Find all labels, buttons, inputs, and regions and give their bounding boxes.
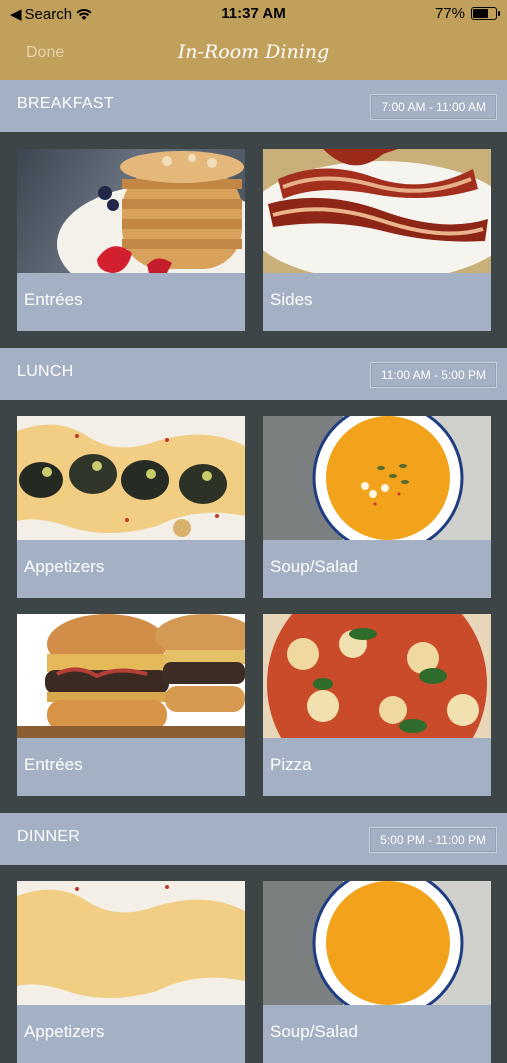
category-tile-breakfast-sides[interactable]: Sides	[263, 149, 491, 331]
tile-label: Appetizers	[24, 1022, 105, 1041]
category-tile-lunch-entrees[interactable]: Entrées	[17, 614, 245, 796]
pizza-photo	[263, 614, 491, 738]
battery-icon	[471, 7, 500, 20]
tile-label: Entrées	[24, 755, 83, 774]
section-hours-badge: 11:00 AM - 5:00 PM	[369, 362, 497, 388]
soup-photo	[263, 416, 491, 540]
battery-percent: 77%	[434, 5, 465, 22]
page-title: In-Room Dining	[177, 41, 330, 63]
section-title: LUNCH	[17, 363, 74, 380]
section-hours-badge: 7:00 AM - 11:00 AM	[370, 94, 497, 120]
tile-label: Pizza	[270, 755, 312, 774]
section-header-breakfast: BREAKFAST 7:00 AM - 11:00 AM	[0, 80, 507, 132]
category-tile-dinner-appetizers[interactable]: Appetizers	[17, 881, 245, 1063]
section-header-dinner: DINNER 5:00 PM - 11:00 PM	[0, 813, 507, 865]
battery-status: 77%	[434, 5, 500, 22]
category-tile-lunch-appetizers[interactable]: Appetizers	[17, 416, 245, 598]
tile-label: Sides	[270, 290, 313, 309]
section-title: DINNER	[17, 828, 81, 845]
tile-label: Entrées	[24, 290, 83, 309]
dumplings-photo	[17, 416, 245, 540]
category-tile-dinner-soup-salad[interactable]: Soup/Salad	[263, 881, 491, 1063]
pancakes-photo	[17, 149, 245, 273]
category-tile-breakfast-entrees[interactable]: Entrées	[17, 149, 245, 331]
section-hours-badge: 5:00 PM - 11:00 PM	[369, 827, 497, 853]
nav-bar: Done In-Room Dining	[0, 28, 507, 81]
tile-label: Soup/Salad	[270, 557, 358, 576]
category-tile-lunch-pizza[interactable]: Pizza	[263, 614, 491, 796]
section-title: BREAKFAST	[17, 95, 114, 112]
clock: 11:37 AM	[221, 5, 286, 22]
tile-label: Appetizers	[24, 557, 105, 576]
section-header-lunch: LUNCH 11:00 AM - 5:00 PM	[0, 348, 507, 400]
tile-label: Soup/Salad	[270, 1022, 358, 1041]
bacon-photo	[263, 149, 491, 273]
status-bar: ◀ Search 11:37 AM 77%	[0, 0, 507, 28]
category-tile-lunch-soup-salad[interactable]: Soup/Salad	[263, 416, 491, 598]
burgers-photo	[17, 614, 245, 738]
